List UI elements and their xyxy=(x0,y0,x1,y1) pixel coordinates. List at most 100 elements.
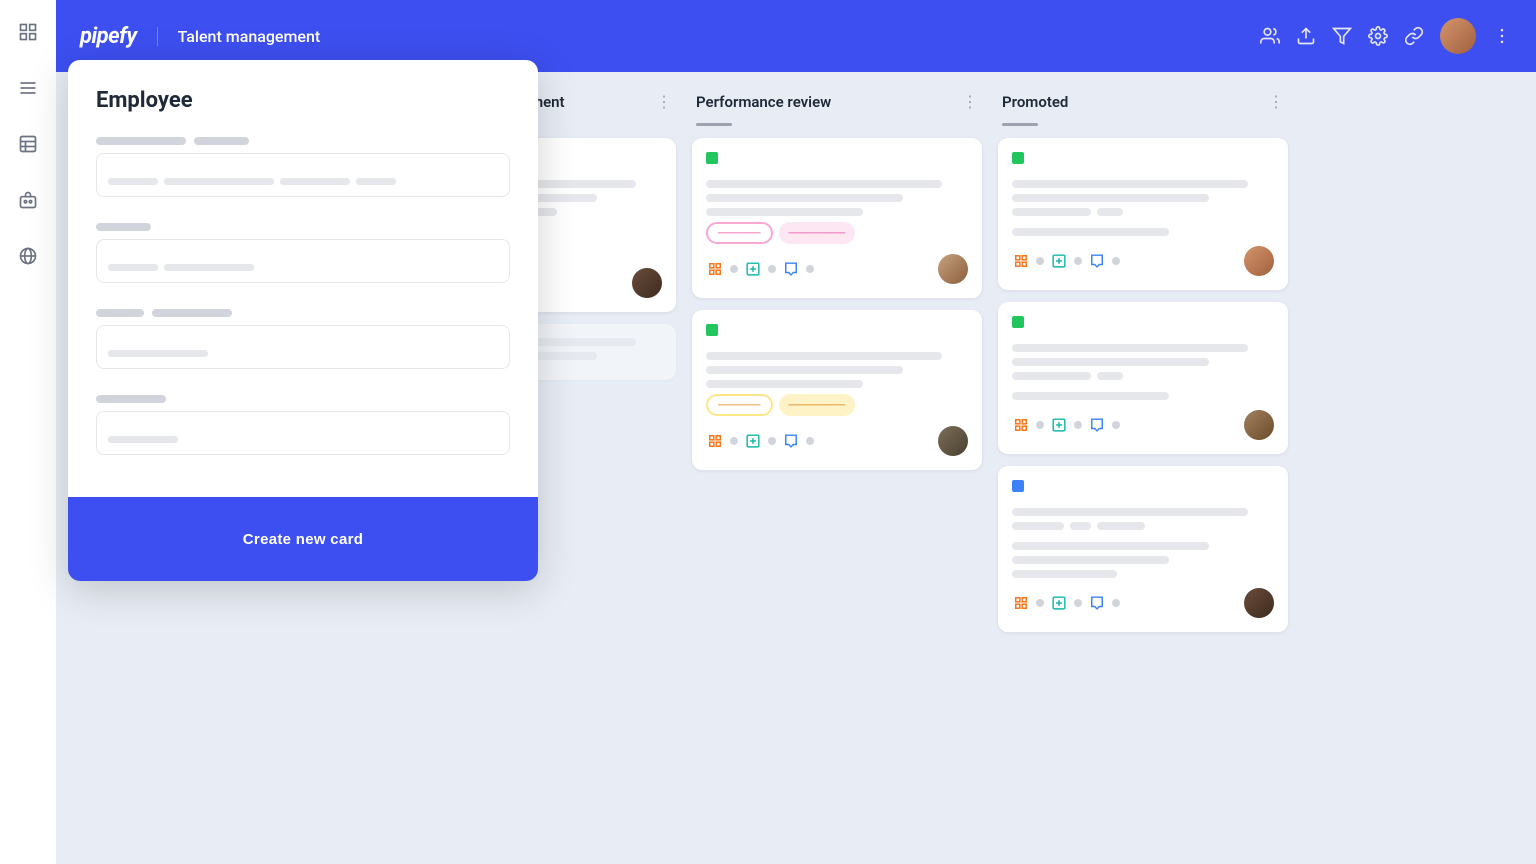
dot xyxy=(730,265,738,273)
card-icon-orange xyxy=(1012,252,1030,270)
column-menu-training[interactable]: ⋮ xyxy=(656,92,672,111)
card-avatar-6 xyxy=(1244,410,1274,440)
create-card-modal: Employee xyxy=(68,60,538,581)
dot xyxy=(806,437,814,445)
field-label-4 xyxy=(96,309,144,317)
card-icons xyxy=(706,432,814,450)
dot xyxy=(1112,599,1120,607)
card-performance-1[interactable]: ────── ──────── xyxy=(692,138,982,298)
card-avatar-7 xyxy=(1244,588,1274,618)
settings-icon[interactable] xyxy=(1368,26,1388,46)
create-new-card-button[interactable]: Create new card xyxy=(96,517,510,561)
field-group-2 xyxy=(96,223,510,289)
modal-body: Employee xyxy=(68,60,538,497)
card-avatar-2 xyxy=(632,268,662,298)
modal-footer: Create new card xyxy=(68,497,538,581)
list-icon[interactable] xyxy=(12,72,44,104)
filter-icon[interactable] xyxy=(1332,26,1352,46)
globe-icon[interactable] xyxy=(12,240,44,272)
badge-yellow-fill: ──────── xyxy=(779,394,856,416)
field-input-3[interactable] xyxy=(96,325,510,369)
people-icon[interactable] xyxy=(1260,26,1280,46)
card-icon-blue xyxy=(1088,252,1106,270)
card-promoted-1[interactable] xyxy=(998,138,1288,290)
field-label-row-3 xyxy=(96,309,510,317)
field-label-2 xyxy=(194,137,249,145)
more-options-icon[interactable] xyxy=(1492,26,1512,46)
card-icon-blue xyxy=(782,260,800,278)
card-icon-orange xyxy=(706,260,724,278)
column-menu-promoted[interactable]: ⋮ xyxy=(1268,92,1284,111)
logo-text: pipefy xyxy=(80,24,137,49)
column-title-performance: Performance review xyxy=(696,93,954,111)
card-performance-2[interactable]: ────── ──────── xyxy=(692,310,982,470)
bot-icon[interactable] xyxy=(12,184,44,216)
dot xyxy=(1036,599,1044,607)
card-icons xyxy=(1012,594,1120,612)
card-icon-teal xyxy=(1050,252,1068,270)
link-icon[interactable] xyxy=(1404,26,1424,46)
field-label-row-1 xyxy=(96,137,510,145)
header-actions xyxy=(1260,18,1512,54)
table-icon[interactable] xyxy=(12,128,44,160)
column-title-promoted: Promoted xyxy=(1002,93,1260,111)
dot xyxy=(1036,421,1044,429)
field-group-3 xyxy=(96,309,510,375)
modal-title: Employee xyxy=(96,88,510,113)
dot xyxy=(806,265,814,273)
column-performance: Performance review ⋮ ────── ──────── xyxy=(692,92,982,470)
field-label-6 xyxy=(96,395,166,403)
dot xyxy=(730,437,738,445)
dot xyxy=(1074,599,1082,607)
field-label-row-4 xyxy=(96,395,510,403)
dot xyxy=(1112,421,1120,429)
card-icon-teal xyxy=(1050,594,1068,612)
dot xyxy=(1112,257,1120,265)
column-menu-performance[interactable]: ⋮ xyxy=(962,92,978,111)
column-header-performance: Performance review ⋮ xyxy=(692,92,982,111)
card-icon-teal xyxy=(744,260,762,278)
card-icon-orange xyxy=(1012,416,1030,434)
field-label-1 xyxy=(96,137,186,145)
card-avatar-4 xyxy=(1244,246,1274,276)
field-label-3 xyxy=(96,223,151,231)
field-input-2[interactable] xyxy=(96,239,510,283)
dot xyxy=(768,437,776,445)
grid-icon[interactable] xyxy=(12,16,44,48)
card-icon-blue xyxy=(1088,594,1106,612)
card-icon-blue xyxy=(782,432,800,450)
avatar-image xyxy=(1440,18,1476,54)
badge-pink-outline: ────── xyxy=(706,222,773,244)
card-icon-blue xyxy=(1088,416,1106,434)
card-icon-teal xyxy=(1050,416,1068,434)
field-label-5 xyxy=(152,309,232,317)
card-icon-orange xyxy=(706,432,724,450)
sidebar xyxy=(0,0,56,864)
card-icon-orange xyxy=(1012,594,1030,612)
card-promoted-3[interactable] xyxy=(998,466,1288,632)
dot xyxy=(1074,421,1082,429)
card-promoted-2[interactable] xyxy=(998,302,1288,454)
badge-pink-fill: ──────── xyxy=(779,222,856,244)
field-group-1 xyxy=(96,137,510,203)
field-input-1[interactable] xyxy=(96,153,510,197)
export-icon[interactable] xyxy=(1296,26,1316,46)
card-avatar-5 xyxy=(938,426,968,456)
main-area: pipefy Talent management xyxy=(56,0,1536,864)
field-input-4[interactable] xyxy=(96,411,510,455)
dot xyxy=(768,265,776,273)
card-icon-teal xyxy=(744,432,762,450)
page-title: Talent management xyxy=(157,27,321,46)
field-group-4 xyxy=(96,395,510,461)
card-icons xyxy=(1012,416,1120,434)
badge-yellow-outline: ────── xyxy=(706,394,773,416)
card-avatar-3 xyxy=(938,254,968,284)
logo: pipefy xyxy=(80,24,137,49)
dot xyxy=(1074,257,1082,265)
card-icons xyxy=(706,260,814,278)
dot xyxy=(1036,257,1044,265)
card-icons xyxy=(1012,252,1120,270)
column-promoted: Promoted ⋮ xyxy=(998,92,1288,632)
field-label-row-2 xyxy=(96,223,510,231)
user-avatar[interactable] xyxy=(1440,18,1476,54)
